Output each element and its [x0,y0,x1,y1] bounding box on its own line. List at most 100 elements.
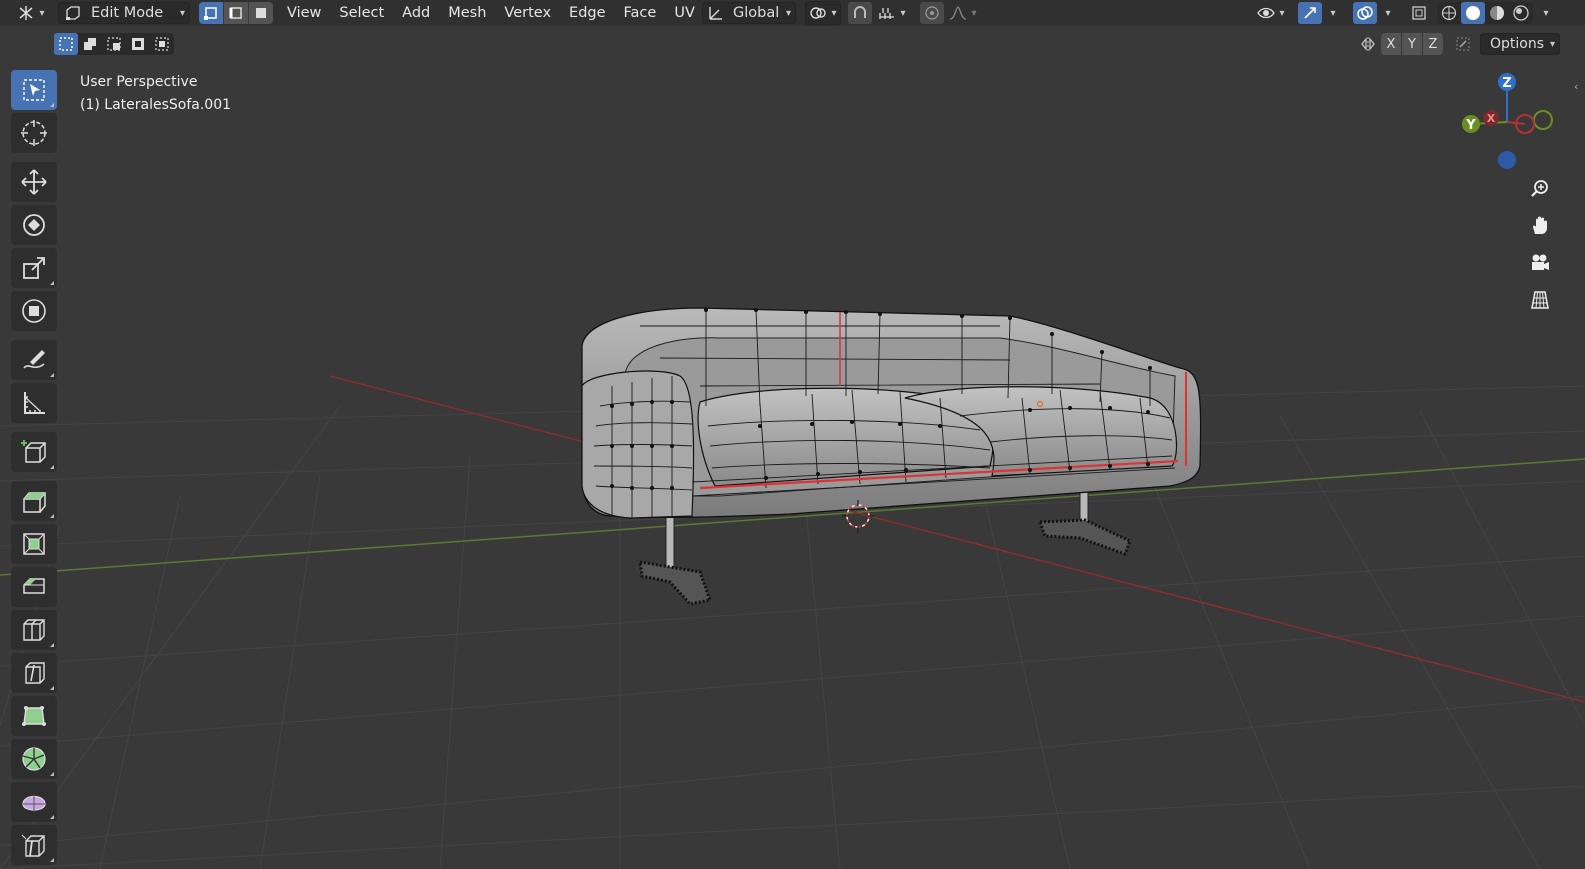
wireframe-shading-icon [1441,5,1457,21]
select-difference-button[interactable] [126,33,150,55]
transform-icon [22,299,46,323]
knife-tool[interactable] [11,653,57,693]
select-box-tool[interactable] [11,70,57,110]
pivot-dropdown[interactable]: ▾ [805,1,841,25]
mirror-x-button[interactable]: X [1381,33,1402,55]
grid-icon [1531,291,1549,309]
chevron-down-icon: ▾ [831,7,837,19]
menu-mesh[interactable]: Mesh [439,2,495,24]
measure-tool[interactable] [11,383,57,423]
navigation-gizmo[interactable]: Z Y X [1455,66,1575,186]
chevron-down-icon: ▾ [1279,7,1285,19]
face-select-icon [256,8,266,18]
gizmo-toggle[interactable] [1298,2,1322,24]
visibility-dropdown[interactable]: ▾ [1254,2,1288,24]
select-new-button[interactable] [54,33,78,55]
inset-icon [23,533,45,555]
tool-variant-indicator [50,858,54,862]
chevron-down-icon: ▾ [1543,7,1549,19]
3d-viewport[interactable]: X Y Z Options ▾ ‹ User Perspective (1) L… [0,26,1585,869]
falloff-icon [950,6,967,20]
xray-icon [1412,6,1426,20]
orientation-dropdown[interactable]: Global ▾ [702,2,796,24]
poly-build-tool[interactable] [11,696,57,736]
viewport-info: User Perspective (1) LateralesSofa.001 [80,71,231,117]
snap-target-dropdown[interactable]: ▾ [874,2,910,24]
shading-dropdown[interactable]: ▾ [1537,2,1555,24]
rendered-shading-button[interactable] [1509,2,1533,24]
edge-select-button[interactable] [224,2,249,24]
xray-toggle[interactable] [1406,2,1432,24]
select-subtract-button[interactable] [102,33,126,55]
menu-select[interactable]: Select [330,2,393,24]
add-cube-tool[interactable] [11,432,57,472]
chevron-down-icon: ▾ [785,7,791,19]
menu-vertex[interactable]: Vertex [495,2,560,24]
vertex-select-button[interactable] [199,2,224,24]
rotate-icon [23,214,45,236]
tool-variant-indicator [50,373,54,377]
sofa-mesh [581,307,1202,519]
gizmo-neg-z[interactable] [1498,151,1516,169]
material-shading-button[interactable] [1485,2,1509,24]
falloff-dropdown[interactable]: ▾ [946,2,980,24]
bevel-tool[interactable] [11,567,57,607]
loop-cut-tool[interactable] [11,610,57,650]
select-extend-button[interactable] [78,33,102,55]
overlay-toggle[interactable] [1353,2,1377,24]
material-shading-icon [1490,6,1504,20]
vertex-select-icon [204,7,217,20]
solid-shading-button[interactable] [1461,2,1485,24]
transform-tool[interactable] [11,291,57,331]
snap-toggle[interactable] [848,2,872,24]
ortho-toggle-button[interactable] [1525,285,1555,315]
select-intersect-button[interactable] [150,33,174,55]
mirror-z-button[interactable]: Z [1423,33,1443,55]
overlay-dropdown[interactable]: ▾ [1379,2,1397,24]
menu-view[interactable]: View [278,2,330,24]
tool-variant-indicator [50,643,54,647]
tool-variant-indicator [50,103,54,107]
mirror-axes: X Y Z [1381,33,1443,55]
gizmo-x-label: X [1487,112,1496,125]
smooth-tool[interactable] [11,782,57,822]
face-select-button[interactable] [249,2,273,24]
menu-edge[interactable]: Edge [560,2,615,24]
options-dropdown[interactable]: Options ▾ [1480,33,1560,55]
view-name: User Perspective [80,74,198,90]
tool-variant-indicator [50,686,54,690]
zoom-button[interactable] [1525,174,1555,204]
gizmo-z-label: Z [1502,76,1511,91]
menu-face[interactable]: Face [615,2,666,24]
move-tool[interactable] [11,162,57,202]
select-intersect-icon [155,37,169,51]
chevron-down-icon: ▾ [900,7,906,19]
pan-button[interactable] [1525,211,1555,241]
mirror-toggle[interactable] [1357,33,1379,55]
edge-slide-tool[interactable] [11,825,57,865]
mode-dropdown[interactable]: Edit Mode ▾ [58,2,190,24]
editor-type-button[interactable]: ▾ [14,2,48,24]
proportional-edit-toggle[interactable] [920,2,944,24]
transform-orientation-icon [709,7,722,20]
wireframe-shading-button[interactable] [1437,2,1461,24]
extrude-tool[interactable] [11,481,57,521]
tool-variant-indicator [50,772,54,776]
gizmo-dropdown[interactable]: ▾ [1324,2,1342,24]
select-extend-icon [84,38,96,50]
camera-view-button[interactable] [1525,248,1555,278]
menu-uv[interactable]: UV [665,2,704,24]
spin-tool[interactable] [11,739,57,779]
chevron-down-icon: ▾ [1385,7,1391,19]
auto-merge-toggle[interactable] [1451,33,1475,55]
rotate-tool[interactable] [11,205,57,245]
menu-add[interactable]: Add [393,2,439,24]
move-icon [21,169,47,195]
inset-tool[interactable] [11,524,57,564]
mirror-y-button[interactable]: Y [1402,33,1423,55]
sidebar-toggle[interactable]: ‹ [1574,80,1584,94]
annotate-tool[interactable] [11,340,57,380]
scale-tool[interactable] [11,248,57,288]
cursor-tool[interactable] [11,113,57,153]
gizmo-neg-y[interactable] [1533,110,1553,130]
